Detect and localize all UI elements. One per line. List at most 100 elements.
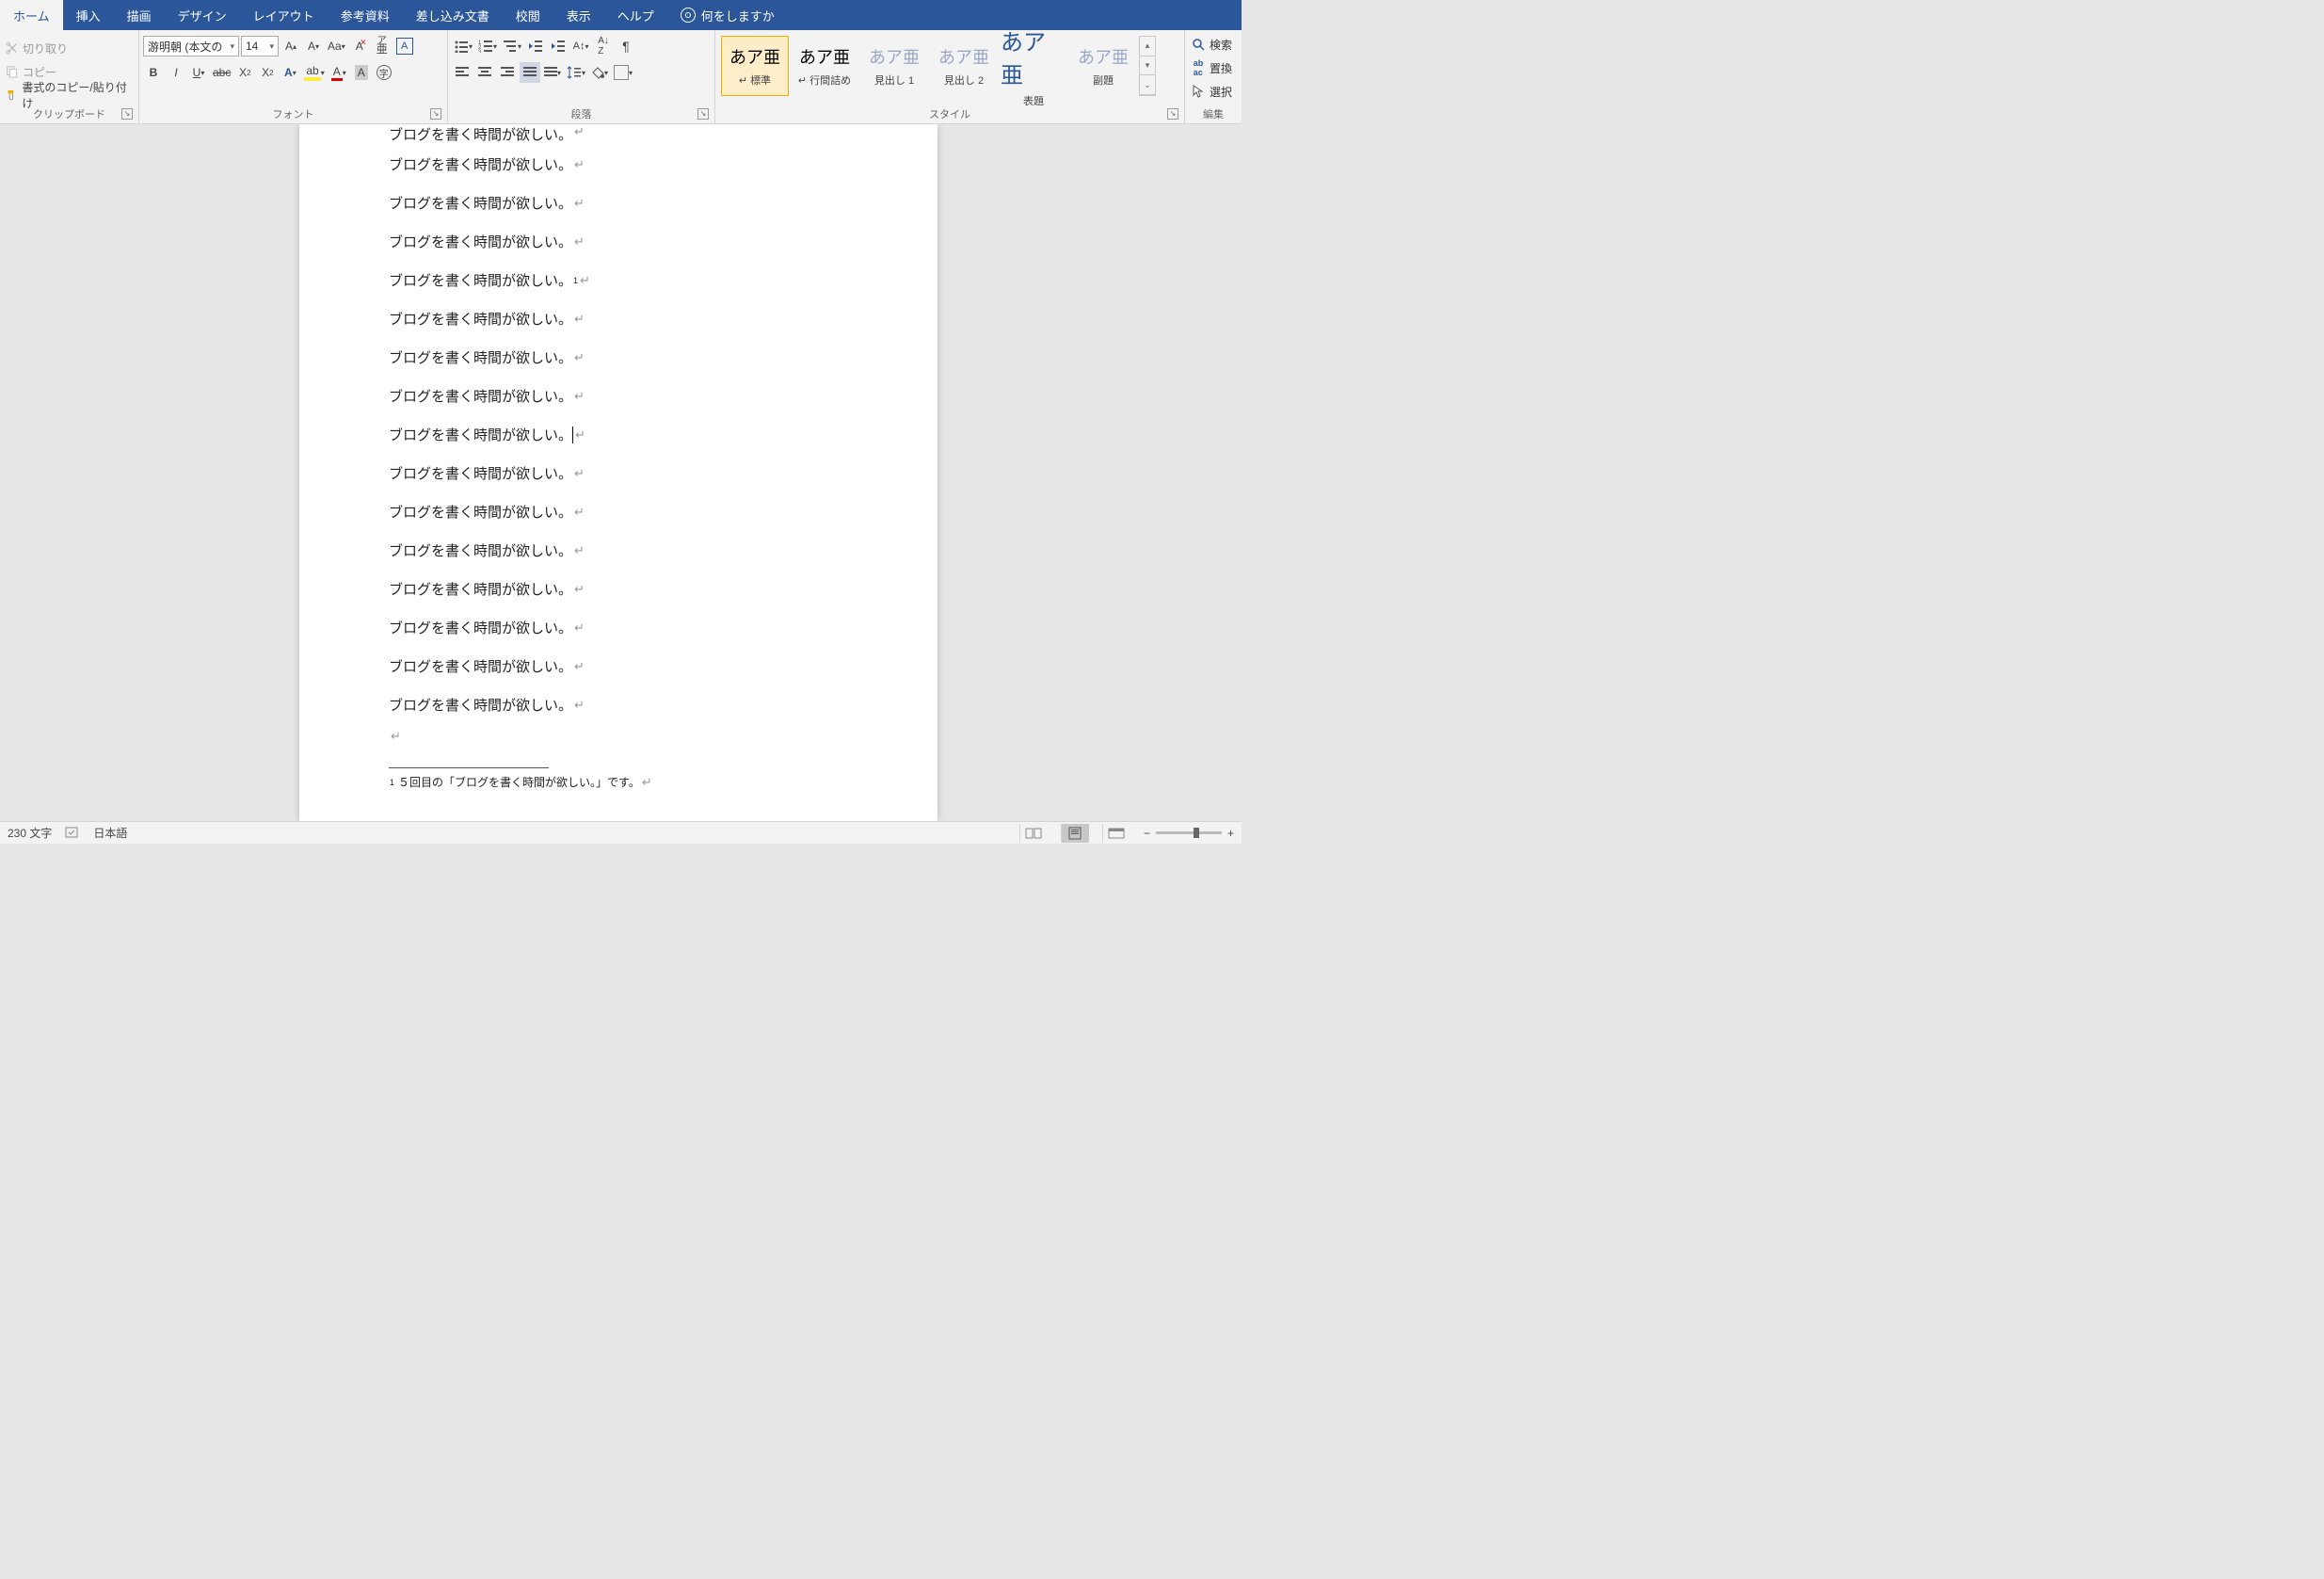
zoom-control[interactable]: − + [1144, 827, 1234, 840]
subscript-button[interactable]: X2 [234, 62, 255, 83]
cut-button[interactable]: 切り取り [4, 38, 135, 58]
tab-insert[interactable]: 挿入 [63, 0, 114, 30]
align-right-button[interactable] [497, 62, 518, 83]
enclose-char-button[interactable]: 字 [374, 62, 394, 83]
align-justify-button[interactable] [520, 62, 540, 83]
view-read-button[interactable] [1019, 824, 1048, 843]
search-icon [1191, 37, 1206, 52]
text-line: ブログを書く時間が欲しい。↵ [389, 184, 881, 222]
tab-references[interactable]: 参考資料 [328, 0, 403, 30]
copy-label: コピー [23, 64, 56, 80]
tab-design[interactable]: デザイン [165, 0, 240, 30]
linespacing-icon [567, 66, 582, 79]
view-web-button[interactable] [1102, 824, 1130, 843]
tab-home[interactable]: ホーム [0, 0, 63, 30]
view-print-button[interactable] [1061, 824, 1089, 843]
text-line: ブログを書く時間が欲しい。↵ [389, 377, 881, 415]
style-title[interactable]: あア亜表題 [1000, 36, 1067, 96]
distribute-icon [544, 67, 557, 78]
clipboard-launcher[interactable]: ↘ [121, 108, 133, 120]
tab-help[interactable]: ヘルプ [604, 0, 667, 30]
text-effects-button[interactable]: A▾ [280, 62, 300, 83]
change-case-button[interactable]: Aa▾ [326, 36, 347, 56]
tab-view[interactable]: 表示 [553, 0, 604, 30]
text-direction-button[interactable]: A↕▾ [570, 36, 591, 56]
char-frame-button[interactable]: A [394, 36, 415, 56]
copy-icon [6, 65, 19, 78]
bold-button[interactable]: B [143, 62, 164, 83]
style-heading1[interactable]: あア亜見出し 1 [860, 36, 928, 96]
style-heading2[interactable]: あア亜見出し 2 [930, 36, 998, 96]
lightbulb-icon [681, 8, 696, 23]
replace-button[interactable]: abac置換 [1189, 57, 1234, 78]
tell-me[interactable]: 何をしますか [667, 0, 788, 30]
grow-font-button[interactable]: A▴ [280, 36, 301, 56]
font-size-combo[interactable]: 14▾ [241, 36, 279, 56]
align-center-icon [478, 67, 491, 78]
group-editing: 検索 abac置換 選択 編集 [1185, 30, 1242, 123]
phonetic-button[interactable]: ア亜 [372, 36, 393, 56]
tab-review[interactable]: 校閲 [503, 0, 553, 30]
format-painter-button[interactable]: 書式のコピー/貼り付け [4, 85, 135, 105]
ribbon: 切り取り コピー 書式のコピー/貼り付け クリップボード↘ 游 [0, 30, 1242, 124]
clear-format-button[interactable]: A✕ [349, 36, 370, 56]
sort-button[interactable]: A↓Z [593, 36, 614, 56]
find-button[interactable]: 検索 [1189, 34, 1234, 55]
highlight-button[interactable]: ab▾ [302, 62, 326, 83]
superscript-button[interactable]: X2 [257, 62, 278, 83]
align-left-button[interactable] [452, 62, 473, 83]
footnote-separator [389, 767, 549, 768]
style-gallery-scroll[interactable]: ▴▾⌄ [1139, 36, 1156, 96]
word-count[interactable]: 230 文字 [8, 825, 52, 841]
zoom-out-button[interactable]: − [1144, 827, 1150, 840]
align-left-icon [456, 67, 469, 78]
document-content[interactable]: ブログを書く時間が欲しい。↵ブログを書く時間が欲しい。↵ブログを書く時間が欲しい… [389, 124, 881, 790]
group-font: 游明朝 (本文の▾ 14▾ A▴ A▾ Aa▾ A✕ ア亜 A B I U▾ a… [139, 30, 448, 123]
clipboard-group-label: クリップボード↘ [4, 106, 135, 123]
multilevel-button[interactable]: ▾ [501, 36, 523, 56]
scissors-icon [6, 41, 19, 55]
text-line: ブログを書く時間が欲しい。↵ [389, 145, 881, 184]
document-area[interactable]: ブログを書く時間が欲しい。↵ブログを書く時間が欲しい。↵ブログを書く時間が欲しい… [0, 124, 1242, 821]
italic-button[interactable]: I [166, 62, 186, 83]
shrink-font-button[interactable]: A▾ [303, 36, 324, 56]
borders-button[interactable]: ▾ [612, 62, 634, 83]
tab-mailings[interactable]: 差し込み文書 [403, 0, 503, 30]
style-nospacing[interactable]: あア亜↵ 行間詰め [791, 36, 858, 96]
numbering-button[interactable]: 123▾ [476, 36, 499, 56]
font-launcher[interactable]: ↘ [430, 108, 441, 120]
char-shading-button[interactable]: A [351, 62, 372, 83]
text-line: ブログを書く時間が欲しい。↵ [389, 570, 881, 608]
show-marks-button[interactable]: ¶ [616, 36, 636, 56]
style-subtitle[interactable]: あア亜副題 [1069, 36, 1137, 96]
bullets-button[interactable]: ▾ [452, 36, 474, 56]
shading-button[interactable]: ▾ [589, 62, 610, 83]
group-styles: あア亜↵ 標準 あア亜↵ 行間詰め あア亜見出し 1 あア亜見出し 2 あア亜表… [715, 30, 1185, 123]
zoom-in-button[interactable]: + [1227, 827, 1234, 840]
tab-layout[interactable]: レイアウト [240, 0, 328, 30]
text-line: ブログを書く時間が欲しい。↵ [389, 415, 881, 454]
font-color-button[interactable]: A▾ [329, 62, 349, 83]
numbering-icon: 123 [478, 40, 493, 53]
text-line: ブログを書く時間が欲しい。↵ [389, 608, 881, 647]
style-normal[interactable]: あア亜↵ 標準 [721, 36, 789, 96]
strike-button[interactable]: abc [211, 62, 232, 83]
tell-me-label: 何をしますか [701, 7, 775, 24]
font-name-combo[interactable]: 游明朝 (本文の▾ [143, 36, 239, 56]
select-button[interactable]: 選択 [1189, 81, 1234, 102]
increase-indent-button[interactable] [548, 36, 569, 56]
decrease-indent-button[interactable] [525, 36, 546, 56]
zoom-slider[interactable] [1156, 831, 1222, 834]
align-center-button[interactable] [474, 62, 495, 83]
line-spacing-button[interactable]: ▾ [565, 62, 587, 83]
distribute-button[interactable]: ▾ [542, 62, 563, 83]
group-paragraph: ▾ 123▾ ▾ A↕▾ A↓Z ¶ ▾ ▾ ▾ ▾ [448, 30, 715, 123]
border-icon [614, 65, 629, 80]
proofing-icon[interactable] [65, 827, 80, 840]
underline-button[interactable]: U▾ [188, 62, 209, 83]
paragraph-launcher[interactable]: ↘ [697, 108, 709, 120]
language-status[interactable]: 日本語 [93, 825, 127, 841]
styles-launcher[interactable]: ↘ [1167, 108, 1178, 120]
text-line: ブログを書く時間が欲しい。↵ [389, 531, 881, 570]
tab-draw[interactable]: 描画 [114, 0, 165, 30]
